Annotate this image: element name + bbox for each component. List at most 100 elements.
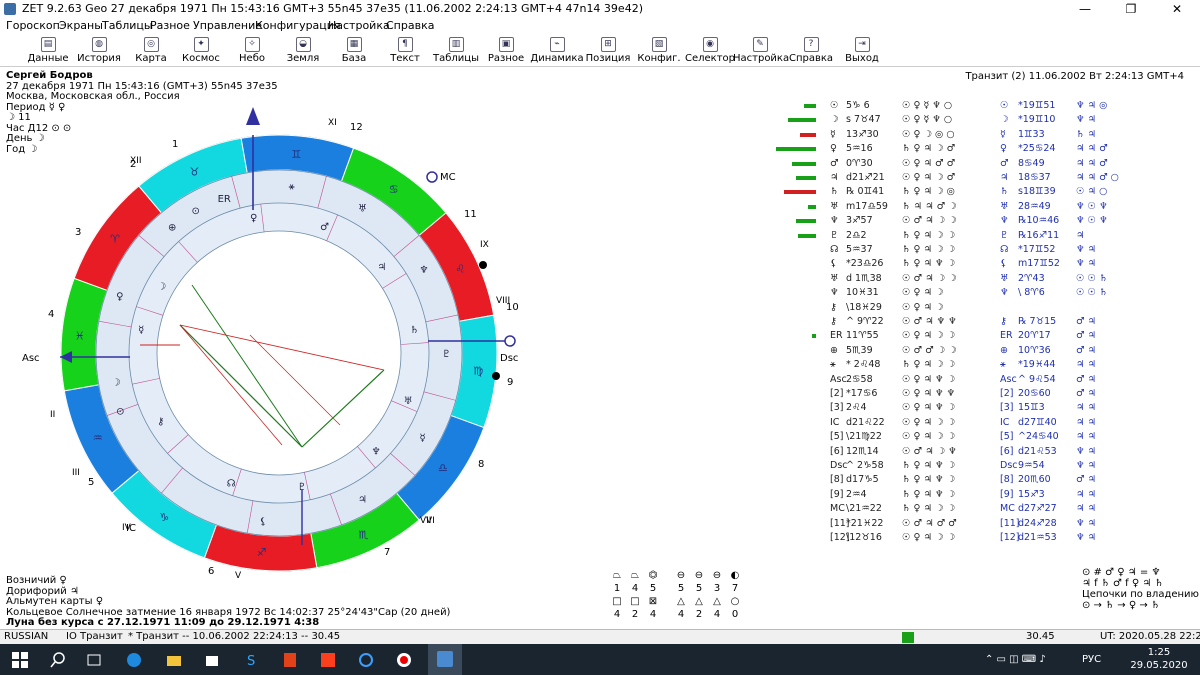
table-row[interactable]: [3] 2♌4 ☉ ♀ ♃ ♆ ☽ [3] 15♊3 ♃ ♃ (776, 402, 1186, 415)
planet-glyph-icon[interactable]: ⊕ (168, 223, 176, 234)
toolbar-button-dynamics[interactable]: ⌁ Динамика (530, 36, 584, 66)
table-row[interactable]: ♅ d 1♏38 ☉ ♂ ♃ ☽ ☽ ♅ 2♈43 ☉ ☉ ♄ (776, 273, 1186, 286)
planet-glyph-icon[interactable]: ⚸ (259, 516, 266, 527)
table-row[interactable]: [12] \12♉16 ☉ ♀ ♃ ☽ ☽ [12] d21♒53 ♆ ♃ (776, 532, 1186, 545)
menu-horoscope[interactable]: Гороскоп (6, 19, 60, 32)
planet-glyph-icon[interactable]: ♅ (358, 204, 367, 215)
minimize-button[interactable]: — (1062, 0, 1108, 18)
menu-settings[interactable]: Настройка (328, 19, 390, 32)
table-row[interactable]: ♀ 5♒16 ♄ ♀ ♃ ☽ ♂ ♀ *25♋24 ♃ ♃ ♂ (776, 143, 1186, 156)
tray-date[interactable]: 29.05.2020 (1130, 660, 1188, 671)
toolbar-button-history[interactable]: ◍ История (72, 36, 126, 66)
planet-glyph-icon[interactable]: ♀ (250, 213, 257, 224)
table-row[interactable]: ♂ 0♈30 ☉ ♀ ♃ ♂ ♂ ♂ 8♋49 ♃ ♃ ♂ (776, 158, 1186, 171)
planet-glyph-icon[interactable]: ⊙ (116, 406, 124, 417)
edge-browser-icon[interactable] (126, 652, 142, 668)
toolbar-button-tables[interactable]: ▥ Таблицы (429, 36, 483, 66)
table-row[interactable]: ☊ 5♒37 ♄ ♀ ♃ ☽ ☽ ☊ *17♊52 ♆ ♃ (776, 244, 1186, 257)
aspect-table[interactable]: ☉ 5♑ 6 ☉ ♀ ☿ ♆ ○ ☉ *19♊51 ♆ ♃ ◎ ☽ s 7♉47 ☉ ♀ ☿ ♆… (776, 100, 1186, 560)
planet-glyph-icon[interactable]: ♅ (404, 396, 413, 407)
table-row[interactable]: ⚷ \18♓29 ☉ ♀ ♃ ☽ (776, 302, 1186, 315)
table-row[interactable]: ♃ d21♐21 ☉ ♀ ♃ ☽ ♂ ♃ 18♋37 ♃ ♃ ♂ ○ (776, 172, 1186, 185)
table-row[interactable]: [2] *17♋6 ☉ ♀ ♃ ♆ ♆ [2] 20♋60 ♂ ♃ (776, 388, 1186, 401)
task-view-icon[interactable] (86, 652, 102, 668)
planet-glyph-icon[interactable]: ♃ (358, 494, 367, 505)
menu-screens[interactable]: Экраны (59, 19, 103, 32)
table-row[interactable]: ♆ 3♐57 ☉ ♂ ♃ ☽ ☽ ♆ ℞10♒46 ♆ ☉ ♆ (776, 215, 1186, 228)
table-row[interactable]: [11] *21♓22 ☉ ♂ ♃ ♂ ♂ [11] d24♐28 ♆ ♃ (776, 518, 1186, 531)
planet-glyph-icon[interactable]: ⚷ (157, 417, 164, 428)
planet-glyph-icon[interactable]: ☽ (157, 282, 166, 293)
menu-misc[interactable]: Разное (150, 19, 190, 32)
planet-glyph-icon[interactable]: ⚹ (289, 182, 295, 193)
tray-time[interactable]: 1:25 (1136, 647, 1182, 658)
planet-glyph-icon[interactable]: ⊙ (192, 206, 200, 217)
file-explorer-icon[interactable] (166, 652, 182, 668)
toolbar-button-chart[interactable]: ◎ Карта (124, 36, 178, 66)
planet-glyph-icon[interactable]: ♂ (320, 222, 329, 233)
toolbar-button-selector[interactable]: ◉ Селектор (683, 36, 737, 66)
planet-glyph-icon[interactable]: ☿ (419, 433, 425, 444)
planet-glyph-icon[interactable]: ♆ (372, 447, 381, 458)
planet-glyph-icon[interactable]: ♃ (377, 262, 386, 273)
table-row[interactable]: ⊕ 5♏39 ☉ ♂ ♂ ☽ ☽ ⊕ 10♈36 ♂ ♃ (776, 345, 1186, 358)
table-row[interactable]: MC \21♒22 ♄ ♀ ♃ ☽ ☽ MC d27♐27 ♃ ♃ (776, 503, 1186, 516)
search-icon[interactable] (50, 652, 66, 668)
planet-glyph-icon[interactable]: ☊ (227, 479, 236, 490)
yandex-browser-icon[interactable] (396, 652, 412, 668)
table-row[interactable]: ♄ ℞ 0♊41 ♄ ♀ ♃ ☽ ◎ ♄ s18♊39 ☉ ♃ ○ (776, 186, 1186, 199)
table-row[interactable]: [5] \21♍22 ☉ ♀ ♃ ☽ ☽ [5] ^24♋40 ♃ ♃ (776, 431, 1186, 444)
planet-glyph-icon[interactable]: ♇ (297, 482, 306, 493)
office-icon[interactable] (282, 652, 298, 668)
table-row[interactable]: IC d21♌22 ☉ ♀ ♃ ☽ ☽ IC d27♊40 ♃ ♃ (776, 417, 1186, 430)
table-row[interactable]: Dsc ^ 2♑58 ♄ ♀ ♃ ♆ ☽ Dsc 9♒54 ♆ ♃ (776, 460, 1186, 473)
menu-control[interactable]: Управление (193, 19, 262, 32)
toolbar-button-base[interactable]: ▦ База (327, 36, 381, 66)
menu-tables[interactable]: Таблицы (102, 19, 153, 32)
active-task-zet[interactable] (428, 644, 462, 675)
planet-glyph-icon[interactable]: ER (218, 194, 231, 205)
toolbar-button-cosmos[interactable]: ✦ Космос (174, 36, 228, 66)
internet-explorer-icon[interactable] (358, 652, 374, 668)
planet-glyph-icon[interactable]: ☽ (112, 378, 121, 389)
table-row[interactable]: ♇ 2♎2 ♄ ♀ ♃ ☽ ☽ ♇ ℞16♐11 ♃ (776, 230, 1186, 243)
table-row[interactable]: ⚹ * 2♌48 ♄ ♀ ♃ ☽ ☽ ⚹ *19♓44 ♃ ♃ (776, 359, 1186, 372)
table-row[interactable]: ⚸ *23♎26 ♄ ♀ ♃ ♆ ☽ ⚸ m17♊52 ♆ ♃ (776, 258, 1186, 271)
table-row[interactable]: ☉ 5♑ 6 ☉ ♀ ☿ ♆ ○ ☉ *19♊51 ♆ ♃ ◎ (776, 100, 1186, 113)
maximize-button[interactable]: ❐ (1108, 0, 1154, 18)
horoscope-wheel[interactable]: ♈♉♊♋♌♍♎♏♐♑♒♓ Asc Dsc MC IC 1 12 11 10 9 (20, 95, 540, 580)
table-row[interactable]: [6] 12♏14 ☉ ♂ ♃ ☽ ♆ [6] d21♌53 ♆ ♃ (776, 446, 1186, 459)
table-row[interactable]: ☿ 13♐30 ☉ ♀ ☽ ◎ ○ ☿ 1♊33 ♄ ♃ (776, 129, 1186, 142)
toolbar-button-position[interactable]: ⊞ Позиция (581, 36, 635, 66)
planet-glyph-icon[interactable]: ♆ (419, 265, 428, 276)
planet-glyph-icon[interactable]: ☿ (138, 325, 144, 336)
tray-language[interactable]: РУС (1082, 654, 1101, 665)
store-icon[interactable] (204, 652, 220, 668)
app-s-icon[interactable]: S (244, 652, 260, 668)
windows-start-icon[interactable] (12, 652, 28, 668)
toolbar-button-settings[interactable]: ✎ Настройка (733, 36, 789, 66)
close-button[interactable]: ✕ (1154, 0, 1200, 18)
table-row[interactable]: ♆ 10♓31 ☉ ♀ ♃ ☽ ♆ \ 8♈6 ☉ ☉ ♄ (776, 287, 1186, 300)
toolbar-button-config[interactable]: ▧ Конфиг. (632, 36, 686, 66)
menu-help[interactable]: Справка (386, 19, 434, 32)
planet-glyph-icon[interactable]: ♀ (116, 292, 123, 303)
table-row[interactable]: ♅ m17♎59 ♄ ♃ ♃ ♂ ☽ ♅ 28♒49 ♆ ☉ ♆ (776, 201, 1186, 214)
toolbar-button-sky[interactable]: ✧ Небо (225, 36, 279, 66)
table-row[interactable]: Asc 2♋58 ☉ ♀ ♃ ♆ ☽ Asc ^ 9♌54 ♂ ♃ (776, 374, 1186, 387)
planet-glyph-icon[interactable]: ♄ (410, 325, 419, 336)
toolbar-button-text[interactable]: ¶ Текст (378, 36, 432, 66)
toolbar-button-exit[interactable]: ⇥ Выход (835, 36, 889, 66)
table-row[interactable]: ER 11♈55 ☉ ♀ ♃ ☽ ☽ ER 20♈17 ♂ ♃ (776, 330, 1186, 343)
yandex-icon[interactable] (320, 652, 336, 668)
table-row[interactable]: ⚷ ^ 9♈22 ☉ ♂ ♃ ♆ ♆ ⚷ ℞ 7♉15 ♂ ♃ (776, 316, 1186, 329)
toolbar-button-data[interactable]: ▤ Данные (21, 36, 75, 66)
toolbar-button-help[interactable]: ? Справка (784, 36, 838, 66)
toolbar-button-misc[interactable]: ▣ Разное (479, 36, 533, 66)
toolbar-button-earth[interactable]: ◒ Земля (276, 36, 330, 66)
table-row[interactable]: [9] 2♒4 ♄ ♀ ♃ ♆ ☽ [9] 15♐3 ♃ ♃ (776, 489, 1186, 502)
planet-glyph-icon[interactable]: ♇ (442, 349, 451, 360)
tray-icons[interactable]: ⌃ ▭ ◫ ⌨ ♪ (985, 654, 1046, 665)
table-row[interactable]: ☽ s 7♉47 ☉ ♀ ☿ ♆ ○ ☽ *19♊10 ♆ ♃ (776, 114, 1186, 127)
table-row[interactable]: [8] d17♑5 ♄ ♀ ♃ ♆ ☽ [8] 20♏60 ♂ ♃ (776, 474, 1186, 487)
